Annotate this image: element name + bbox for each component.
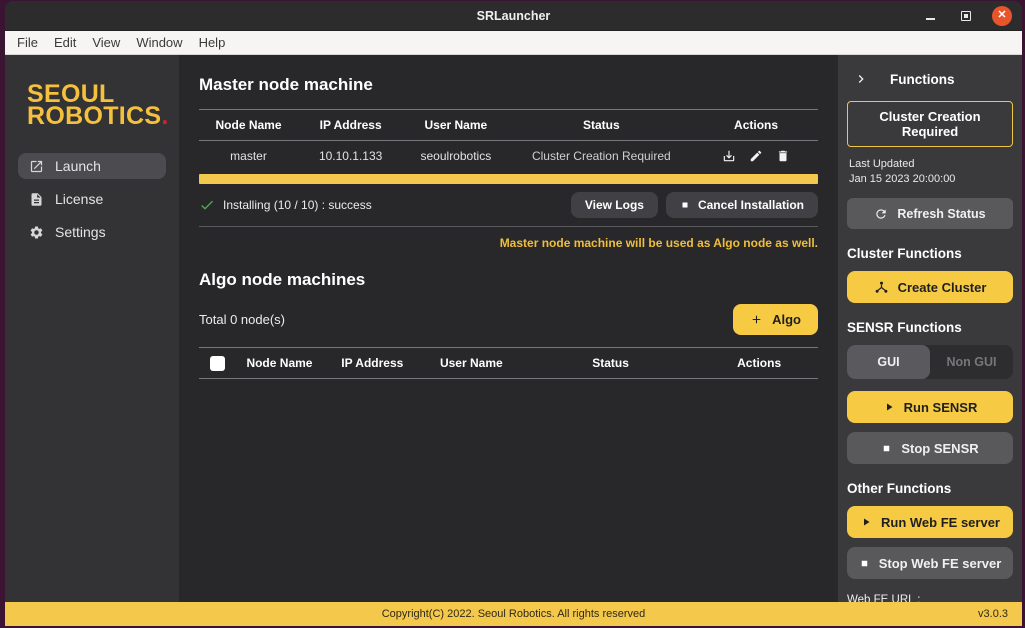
download-icon[interactable] [722, 149, 736, 163]
edit-icon[interactable] [749, 149, 763, 163]
refresh-status-button[interactable]: Refresh Status [847, 198, 1013, 229]
footer: Copyright(C) 2022. Seoul Robotics. All r… [5, 602, 1022, 626]
col-node-name: Node Name [236, 356, 323, 370]
algo-total-row: Total 0 node(s) Algo [199, 304, 818, 335]
sidebar-item-settings[interactable]: Settings [18, 219, 166, 245]
cluster-status-box: Cluster Creation Required [847, 101, 1013, 147]
master-table-header: Node Name IP Address User Name Status Ac… [199, 109, 818, 141]
install-progress-bar [199, 174, 818, 184]
master-algo-note: Master node machine will be used as Algo… [199, 236, 818, 250]
col-user-name: User Name [403, 118, 508, 132]
stop-icon [881, 443, 892, 454]
chevron-right-icon[interactable] [853, 71, 869, 87]
sidebar-nav: Launch License Settings [5, 153, 179, 245]
col-user-name: User Name [422, 356, 521, 370]
close-icon: ✕ [997, 10, 1006, 21]
view-logs-button[interactable]: View Logs [571, 192, 658, 218]
menu-edit[interactable]: Edit [46, 33, 84, 52]
stop-web-fe-button[interactable]: Stop Web FE server [847, 547, 1013, 579]
window-title: SRLauncher [477, 9, 551, 23]
minimize-icon [926, 18, 935, 20]
col-node-name: Node Name [199, 118, 298, 132]
menu-bar: File Edit View Window Help [5, 31, 1022, 55]
title-bar: SRLauncher ✕ [5, 1, 1022, 31]
master-status: Cluster Creation Required [508, 149, 694, 163]
main-content: Master node machine Node Name IP Address… [179, 55, 838, 602]
create-cluster-button[interactable]: Create Cluster [847, 271, 1013, 303]
stop-icon [859, 558, 870, 569]
section-divider [199, 226, 818, 227]
select-all-checkbox[interactable] [210, 356, 225, 371]
plus-icon [750, 313, 763, 326]
hub-icon [874, 280, 889, 295]
last-updated-label: Last Updated [849, 157, 1011, 172]
install-status-text: Installing (10 / 10) : success [223, 198, 372, 212]
gui-toggle-option-non-gui[interactable]: Non GUI [930, 345, 1013, 379]
logo-dot: . [161, 102, 168, 130]
add-algo-button[interactable]: Algo [733, 304, 818, 335]
license-icon [29, 192, 44, 207]
col-status: Status [521, 356, 701, 370]
col-ip-address: IP Address [323, 356, 422, 370]
app-window: SRLauncher ✕ File Edit View Window Help … [5, 1, 1022, 626]
sidebar-item-launch[interactable]: Launch [18, 153, 166, 179]
sidebar-item-label: Settings [55, 224, 106, 240]
play-icon [883, 401, 895, 413]
refresh-icon [874, 207, 888, 221]
cancel-installation-button[interactable]: Cancel Installation [666, 192, 818, 218]
master-node-name: master [199, 149, 298, 163]
col-actions: Actions [694, 118, 818, 132]
master-table-row: master 10.10.1.133 seoulrobotics Cluster… [199, 141, 818, 171]
maximize-icon [961, 11, 971, 21]
run-web-fe-button[interactable]: Run Web FE server [847, 506, 1013, 538]
other-functions-heading: Other Functions [847, 481, 1013, 496]
settings-gear-icon [29, 225, 44, 240]
col-actions: Actions [700, 356, 818, 370]
window-controls: ✕ [920, 1, 1012, 30]
sidebar-item-license[interactable]: License [18, 186, 166, 212]
sidebar-item-label: Launch [55, 158, 101, 174]
minimize-button[interactable] [920, 6, 940, 26]
menu-help[interactable]: Help [191, 33, 234, 52]
algo-table-header: Node Name IP Address User Name Status Ac… [199, 347, 818, 379]
cluster-functions-heading: Cluster Functions [847, 246, 1013, 261]
master-actions [694, 149, 818, 163]
install-status-row: Installing (10 / 10) : success View Logs… [199, 192, 818, 218]
menu-window[interactable]: Window [128, 33, 190, 52]
algo-section-title: Algo node machines [199, 270, 818, 290]
version-text: v3.0.3 [978, 608, 1008, 620]
gui-toggle: GUI Non GUI [847, 345, 1013, 379]
stop-sensr-button[interactable]: Stop SENSR [847, 432, 1013, 464]
master-user: seoulrobotics [403, 149, 508, 163]
stop-icon [680, 200, 690, 210]
col-status: Status [508, 118, 694, 132]
master-section-title: Master node machine [199, 75, 818, 95]
check-icon [199, 197, 215, 213]
algo-total-label: Total 0 node(s) [199, 312, 285, 327]
menu-view[interactable]: View [84, 33, 128, 52]
master-ip: 10.10.1.133 [298, 149, 403, 163]
functions-header: Functions [847, 71, 1013, 87]
sensr-functions-heading: SENSR Functions [847, 320, 1013, 335]
run-sensr-button[interactable]: Run SENSR [847, 391, 1013, 423]
col-ip-address: IP Address [298, 118, 403, 132]
menu-file[interactable]: File [9, 33, 46, 52]
sidebar-item-label: License [55, 191, 103, 207]
logo-line2: ROBOTICS. [27, 105, 179, 127]
delete-icon[interactable] [776, 149, 790, 163]
launch-icon [29, 159, 44, 174]
functions-panel: Functions Cluster Creation Required Last… [838, 55, 1022, 602]
close-button[interactable]: ✕ [992, 6, 1012, 26]
functions-title: Functions [890, 72, 955, 87]
last-updated: Last Updated Jan 15 2023 20:00:00 [849, 157, 1011, 187]
play-icon [860, 516, 872, 528]
gui-toggle-option-gui[interactable]: GUI [847, 345, 930, 379]
copyright-text: Copyright(C) 2022. Seoul Robotics. All r… [382, 608, 646, 620]
sidebar: SEOUL ROBOTICS. Launch License [5, 55, 179, 602]
select-all-cell [199, 356, 236, 371]
last-updated-value: Jan 15 2023 20:00:00 [849, 172, 1011, 187]
maximize-button[interactable] [956, 6, 976, 26]
seoul-robotics-logo: SEOUL ROBOTICS. [27, 83, 179, 127]
